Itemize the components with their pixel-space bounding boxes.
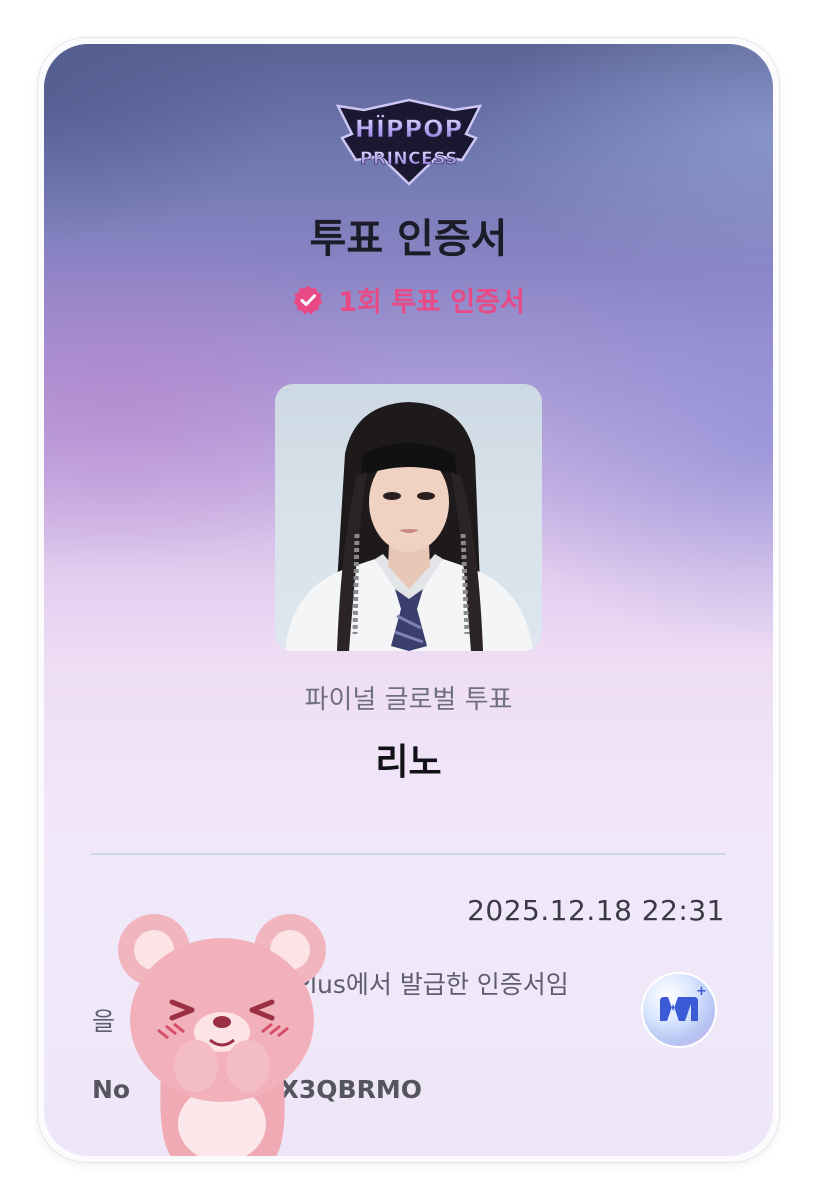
svg-text:+: + — [696, 984, 707, 999]
certificate-title: 투표 인증서 — [309, 216, 508, 262]
hippop-princess-logo: HÏPPOP PRINCESS — [335, 98, 483, 186]
vote-certificate-card: HÏPPOP PRINCESS 투표 인증서 1회 투표 인증서 파이널 글로벌… — [44, 44, 773, 1156]
issue-datetime: 2025.12.18 22:31 — [467, 894, 725, 927]
candidate-photo — [275, 384, 542, 651]
candidate-name: 리노 — [375, 742, 442, 783]
svg-text:HÏPPOP: HÏPPOP — [355, 114, 463, 143]
divider — [91, 853, 726, 855]
mnet-plus-icon[interactable]: + — [640, 971, 718, 1049]
notice-line-2-start: 을 — [92, 1007, 116, 1036]
vote-count-badge: 1회 투표 인증서 — [44, 280, 773, 319]
pink-bear-sticker-icon — [118, 914, 326, 1156]
portrait-image — [285, 402, 533, 651]
verified-badge-icon — [293, 285, 323, 315]
vote-count-label: 1회 투표 인증서 — [338, 287, 525, 318]
vote-category: 파이널 글로벌 투표 — [304, 685, 513, 715]
svg-text:PRINCESS: PRINCESS — [360, 149, 458, 169]
